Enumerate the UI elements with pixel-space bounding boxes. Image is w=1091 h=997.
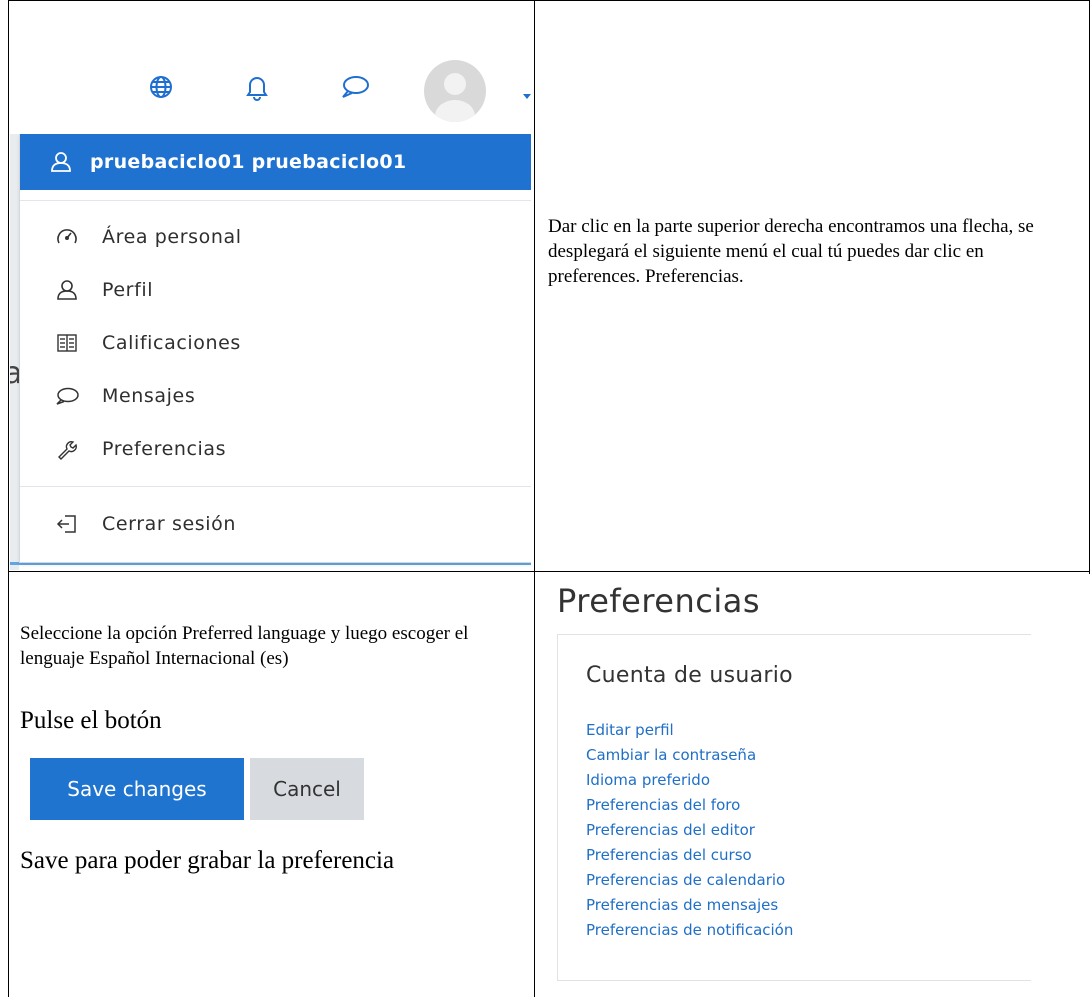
instruction-step2: Seleccione la opción Preferred language …	[20, 623, 469, 669]
menu-item-area-personal[interactable]: Área personal	[20, 217, 531, 257]
menu-item-preferencias[interactable]: Preferencias	[20, 429, 531, 469]
dashboard-icon	[48, 227, 86, 247]
table-border-right	[1089, 0, 1090, 574]
save-changes-button[interactable]: Save changes	[30, 758, 244, 820]
menu-item-mensajes[interactable]: Mensajes	[20, 376, 531, 416]
link-preferencias-editor[interactable]: Preferencias del editor	[586, 821, 755, 839]
menu-item-label: Cerrar sesión	[102, 513, 236, 535]
bell-icon[interactable]	[244, 73, 270, 105]
page-title: Preferencias	[557, 582, 761, 620]
user-menu-screenshot: a pruebaciclo01 pruebaciclo01 Área perso…	[10, 56, 531, 570]
logout-icon	[48, 513, 86, 535]
grades-book-icon	[48, 333, 86, 353]
avatar[interactable]	[424, 60, 486, 122]
menu-item-calificaciones[interactable]: Calificaciones	[20, 323, 531, 363]
menu-divider	[20, 486, 531, 487]
caret-down-icon[interactable]	[523, 86, 531, 105]
instruction-press-button: Pulse el botón	[20, 707, 162, 734]
link-preferencias-calendario[interactable]: Preferencias de calendario	[586, 871, 785, 889]
table-border-middle	[534, 0, 535, 997]
page-background-strip	[10, 134, 19, 570]
table-border-left	[8, 0, 9, 997]
user-dropdown-menu: pruebaciclo01 pruebaciclo01 Área persona…	[19, 134, 531, 563]
menu-item-label: Perfil	[102, 279, 154, 301]
link-preferencias-curso[interactable]: Preferencias del curso	[586, 846, 752, 864]
menu-item-label: Área personal	[102, 226, 242, 248]
card-title: Cuenta de usuario	[586, 663, 793, 688]
menu-item-cerrar-sesion[interactable]: Cerrar sesión	[20, 504, 531, 544]
link-cambiar-contrasena[interactable]: Cambiar la contraseña	[586, 746, 756, 764]
menu-user-header[interactable]: pruebaciclo01 pruebaciclo01	[20, 134, 531, 190]
instruction-step1: Dar clic en la parte superior derecha en…	[548, 216, 1034, 287]
table-row-divider	[8, 571, 1090, 572]
user-icon	[48, 279, 86, 301]
table-border-top	[8, 0, 1090, 1]
link-editar-perfil[interactable]: Editar perfil	[586, 721, 674, 739]
link-idioma-preferido[interactable]: Idioma preferido	[586, 771, 710, 789]
menu-item-label: Mensajes	[102, 385, 196, 407]
link-preferencias-foro[interactable]: Preferencias del foro	[586, 796, 740, 814]
instruction-save-note: Save para poder grabar la preferencia	[20, 847, 395, 874]
chat-icon[interactable]	[340, 74, 370, 104]
menu-item-perfil[interactable]: Perfil	[20, 270, 531, 310]
menu-divider	[20, 200, 531, 201]
menu-item-label: Preferencias	[102, 438, 227, 460]
link-preferencias-notificacion[interactable]: Preferencias de notificación	[586, 921, 793, 939]
globe-icon[interactable]	[148, 74, 174, 104]
user-icon	[50, 151, 72, 173]
link-preferencias-mensajes[interactable]: Preferencias de mensajes	[586, 896, 778, 914]
message-bubble-icon	[48, 386, 86, 406]
cancel-button[interactable]: Cancel	[250, 758, 364, 820]
wrench-icon	[48, 438, 86, 460]
menu-item-label: Calificaciones	[102, 332, 241, 354]
preferences-screenshot: Preferencias Cuenta de usuario Editar pe…	[545, 574, 1031, 994]
menu-user-name: pruebaciclo01 pruebaciclo01	[90, 151, 407, 173]
buttons-screenshot: Save changes Cancel	[30, 758, 370, 820]
user-account-card: Cuenta de usuario Editar perfil Cambiar …	[557, 634, 1031, 981]
